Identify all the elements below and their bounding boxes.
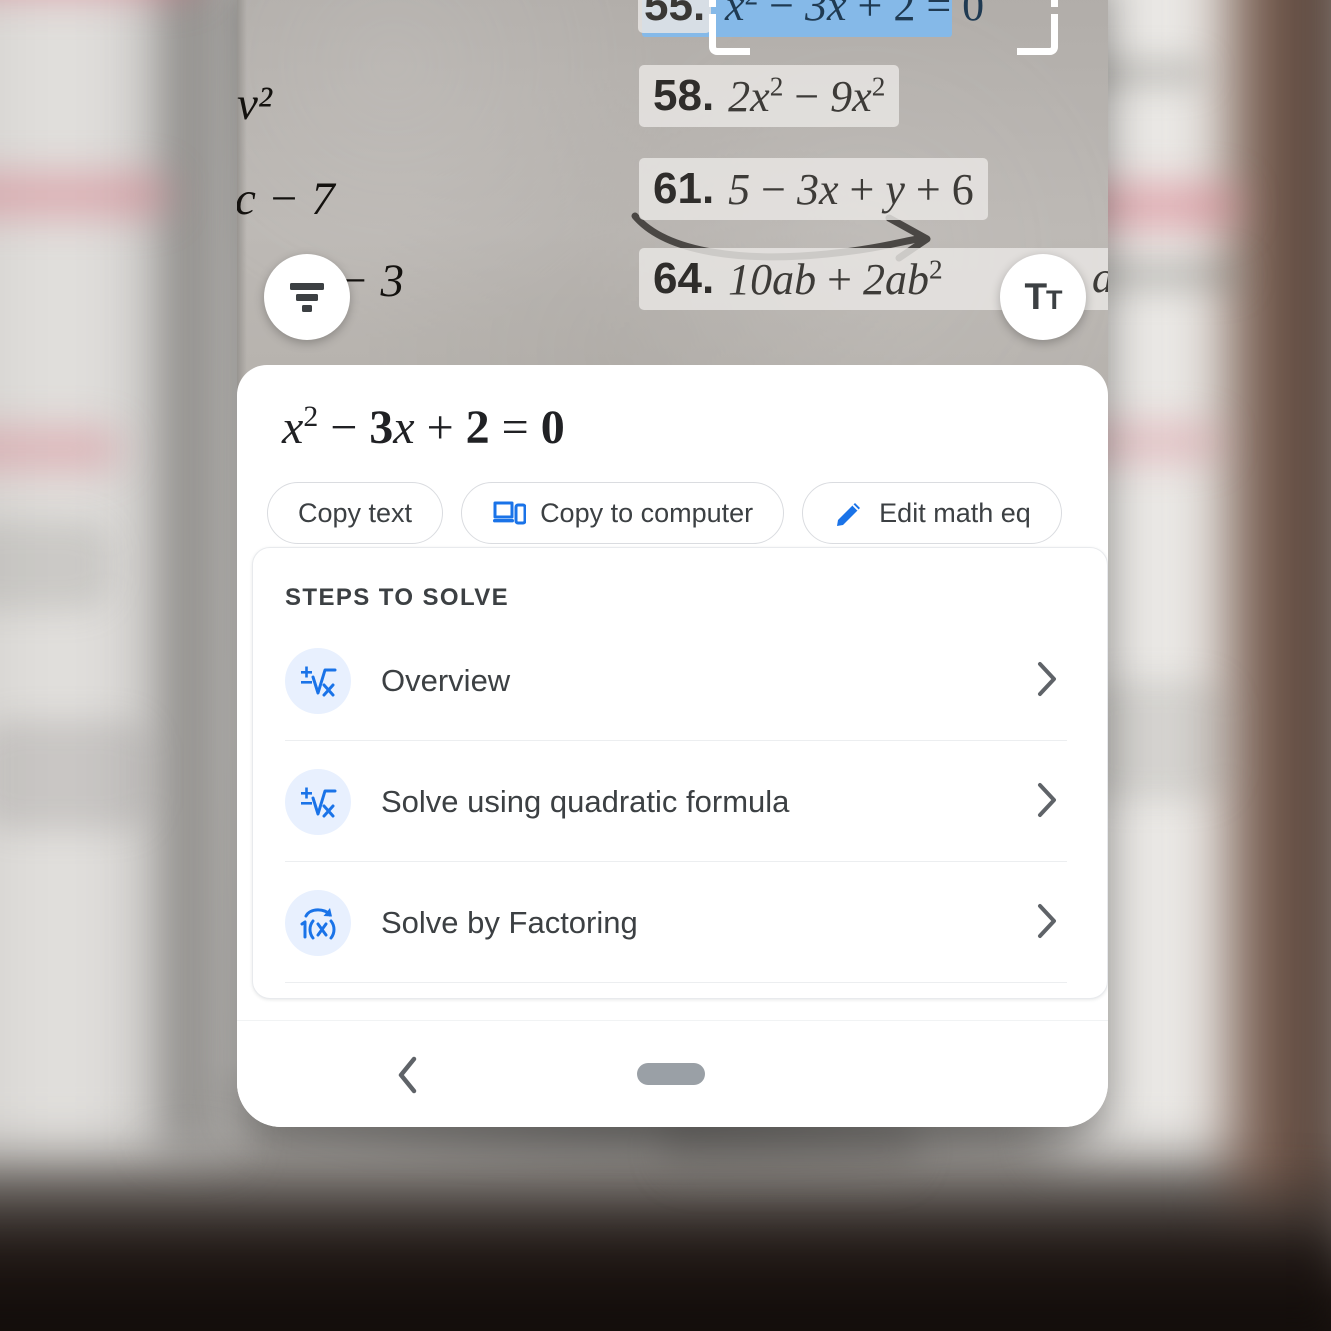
problem-expression-64: 10ab + 2ab2 xyxy=(728,253,943,304)
copy-to-computer-label: Copy to computer xyxy=(540,497,754,528)
step-item-factoring[interactable]: Solve by Factoring xyxy=(285,864,1075,982)
math-root-icon xyxy=(285,769,351,835)
page-text-c-minus-7: c − 7 xyxy=(237,173,335,225)
step-divider xyxy=(285,982,1067,983)
recognized-equation: x2 − 3x + 2 = 0 xyxy=(282,400,565,454)
pencil-icon xyxy=(833,497,865,529)
copy-text-button[interactable]: Copy text xyxy=(267,482,444,544)
problem-number-61: 61. xyxy=(653,164,715,213)
math-root-icon xyxy=(285,648,351,714)
substitute-icon xyxy=(285,890,351,956)
problem-number-58: 58. xyxy=(653,71,715,120)
step-item-overview[interactable]: Overview xyxy=(285,622,1075,740)
page-text-v2: v² xyxy=(237,78,272,130)
home-pill-button[interactable] xyxy=(637,1063,705,1085)
chevron-right-icon xyxy=(1035,659,1061,704)
back-chevron-icon[interactable] xyxy=(392,1053,422,1102)
filter-icon-button[interactable] xyxy=(264,254,350,340)
selection-handle-bottom-right[interactable] xyxy=(1017,14,1058,55)
step-divider xyxy=(285,861,1067,862)
problem-expression-58: 2x2 − 9x2 xyxy=(728,70,886,121)
selection-handle-top-left[interactable] xyxy=(709,0,750,7)
selection-handle-top-right[interactable] xyxy=(1017,0,1058,7)
edit-math-equation-label: Edit math eq xyxy=(879,497,1031,528)
text-size-button[interactable]: TT xyxy=(1000,254,1086,340)
step-label-factoring: Solve by Factoring xyxy=(381,905,638,940)
result-bottom-sheet: x2 − 3x + 2 = 0 Copy text Copy to comput… xyxy=(237,365,1108,1127)
selection-handle-bottom-left[interactable] xyxy=(709,14,750,55)
problem-expression-61: 5 − 3x + y + 6 xyxy=(728,164,974,214)
steps-to-solve-card: STEPS TO SOLVE Overview Solve using quad… xyxy=(252,547,1108,999)
ocr-chip-55[interactable]: 55. x2 − 3x + 2 = 0 xyxy=(638,0,984,37)
step-item-quadratic-formula[interactable]: Solve using quadratic formula xyxy=(285,743,1075,861)
problem-number-64: 64. xyxy=(653,254,715,303)
action-chip-row: Copy text Copy to computer Edit math eq xyxy=(267,476,1062,550)
ocr-chip-61[interactable]: 61. 5 − 3x + y + 6 xyxy=(639,158,988,220)
edit-math-equation-button[interactable]: Edit math eq xyxy=(802,482,1062,544)
screenshot-stage: v² c − 7 − 3 55. x2 − 3x + 2 = 0 xyxy=(0,0,1331,1331)
steps-to-solve-header: STEPS TO SOLVE xyxy=(285,584,510,611)
copy-to-computer-button[interactable]: Copy to computer xyxy=(461,482,785,544)
filter-icon xyxy=(290,283,324,312)
chevron-right-icon xyxy=(1035,901,1061,946)
step-label-quadratic-formula: Solve using quadratic formula xyxy=(381,784,790,819)
chevron-right-icon xyxy=(1035,780,1061,825)
phone-device: v² c − 7 − 3 55. x2 − 3x + 2 = 0 xyxy=(237,0,1108,1127)
android-navigation-bar xyxy=(237,1020,1108,1127)
copy-text-label: Copy text xyxy=(298,497,413,528)
devices-icon xyxy=(492,499,527,527)
page-text-partial-a: a xyxy=(1092,252,1108,303)
text-size-icon: TT xyxy=(1024,276,1062,317)
step-divider xyxy=(285,740,1067,741)
camera-viewfinder[interactable]: v² c − 7 − 3 55. x2 − 3x + 2 = 0 xyxy=(237,0,1108,392)
step-label-overview: Overview xyxy=(381,663,511,698)
problem-expression-55: x2 − 3x + 2 = 0 xyxy=(725,0,985,30)
problem-number-55: 55. xyxy=(638,0,712,33)
ocr-chip-58[interactable]: 58. 2x2 − 9x2 xyxy=(639,65,900,127)
